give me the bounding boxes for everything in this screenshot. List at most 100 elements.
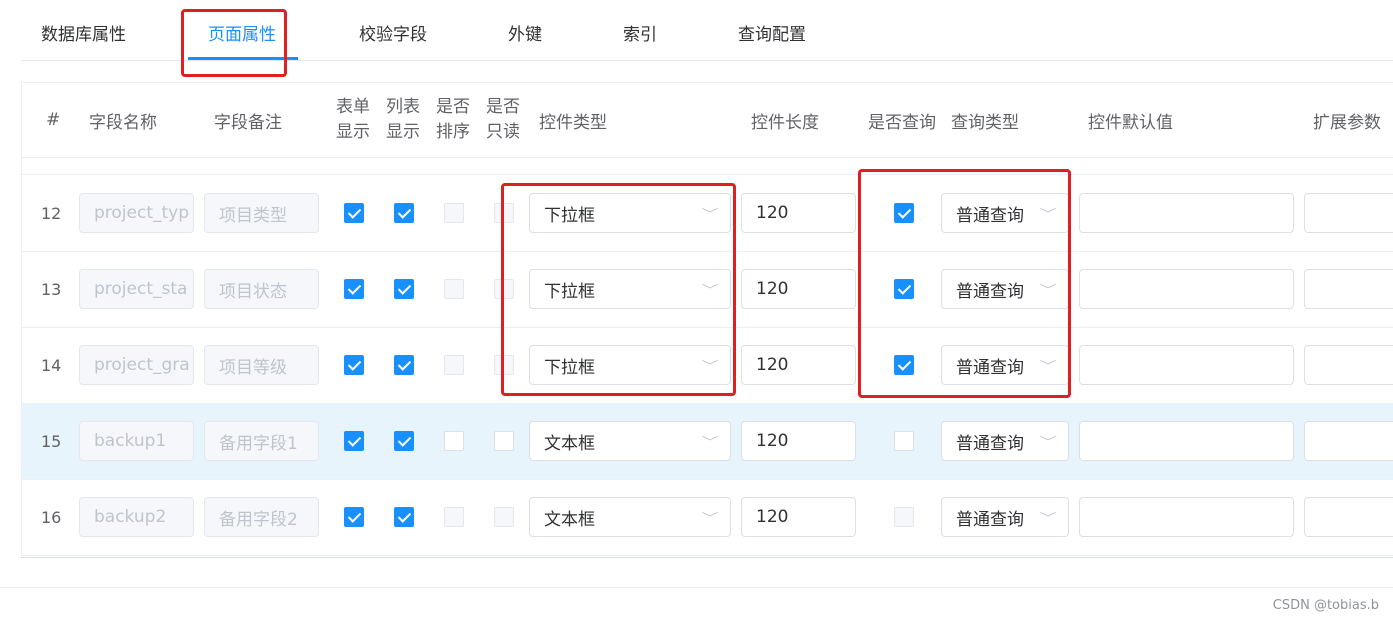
form-show-checkbox[interactable] bbox=[344, 203, 364, 223]
field-name-input: project_typ bbox=[79, 193, 194, 233]
readonly-checkbox[interactable] bbox=[494, 279, 514, 299]
control-length-input[interactable]: 120 bbox=[741, 421, 856, 461]
ext-params-input[interactable] bbox=[1304, 345, 1393, 385]
sortable-checkbox[interactable] bbox=[444, 507, 464, 527]
field-remark-input: 备用字段1 bbox=[204, 421, 319, 461]
table-row: 14 project_gra 项目等级 下拉框 ﹀ 120 普通查询 ﹀ bbox=[22, 327, 1393, 404]
header-form-show-line2: 显示 bbox=[336, 122, 370, 142]
list-show-checkbox[interactable] bbox=[394, 279, 414, 299]
watermark: CSDN @tobias.b bbox=[1272, 598, 1379, 613]
query-type-value: 普通查询 bbox=[956, 509, 1024, 530]
form-show-checkbox[interactable] bbox=[344, 507, 364, 527]
default-value-input[interactable] bbox=[1079, 269, 1294, 309]
control-type-value: 文本框 bbox=[544, 433, 595, 454]
control-length-input[interactable]: 120 bbox=[741, 345, 856, 385]
sortable-checkbox[interactable] bbox=[444, 431, 464, 451]
default-value-input[interactable] bbox=[1079, 193, 1294, 233]
fields-table: # 字段名称 字段备注 表单 显示 列表 显示 是否 排序 是否 只读 控件类型… bbox=[21, 82, 1393, 558]
table-scroll-gap bbox=[22, 158, 1393, 175]
form-show-checkbox[interactable] bbox=[344, 355, 364, 375]
header-list-show: 列表 显示 bbox=[386, 83, 420, 157]
field-name-input: project_sta bbox=[79, 269, 194, 309]
readonly-checkbox[interactable] bbox=[494, 431, 514, 451]
chevron-down-icon: ﹀ bbox=[1039, 282, 1057, 297]
tab-foreign-keys[interactable]: 外键 bbox=[508, 20, 542, 45]
control-type-select[interactable]: 下拉框 ﹀ bbox=[529, 193, 731, 233]
readonly-checkbox[interactable] bbox=[494, 203, 514, 223]
header-is-query: 是否查询 bbox=[868, 112, 936, 133]
default-value-input[interactable] bbox=[1079, 421, 1294, 461]
control-type-value: 下拉框 bbox=[544, 205, 595, 226]
tab-db-properties[interactable]: 数据库属性 bbox=[41, 20, 126, 45]
header-index: # bbox=[46, 110, 61, 130]
control-type-select[interactable]: 文本框 ﹀ bbox=[529, 497, 731, 537]
control-length-input[interactable]: 120 bbox=[741, 193, 856, 233]
default-value-input[interactable] bbox=[1079, 497, 1294, 537]
ext-params-input[interactable] bbox=[1304, 269, 1393, 309]
list-show-checkbox[interactable] bbox=[394, 431, 414, 451]
tab-validation-fields[interactable]: 校验字段 bbox=[359, 20, 427, 45]
form-show-checkbox[interactable] bbox=[344, 279, 364, 299]
default-value-input[interactable] bbox=[1079, 345, 1294, 385]
ext-params-input[interactable] bbox=[1304, 193, 1393, 233]
tab-indexes[interactable]: 索引 bbox=[623, 20, 657, 45]
query-type-select[interactable]: 普通查询 ﹀ bbox=[941, 193, 1069, 233]
query-type-select[interactable]: 普通查询 ﹀ bbox=[941, 269, 1069, 309]
query-type-value: 普通查询 bbox=[956, 205, 1024, 226]
tab-bar: 数据库属性 页面属性 校验字段 外键 索引 查询配置 bbox=[22, 0, 1393, 61]
form-show-checkbox[interactable] bbox=[344, 431, 364, 451]
control-type-value: 文本框 bbox=[544, 509, 595, 530]
header-field-remark: 字段备注 bbox=[214, 112, 282, 133]
header-sortable-line1: 是否 bbox=[436, 97, 470, 117]
chevron-down-icon: ﹀ bbox=[701, 206, 719, 221]
field-remark-input: 项目类型 bbox=[204, 193, 319, 233]
row-index: 13 bbox=[41, 279, 62, 299]
control-length-input[interactable]: 120 bbox=[741, 497, 856, 537]
control-type-select[interactable]: 下拉框 ﹀ bbox=[529, 269, 731, 309]
chevron-down-icon: ﹀ bbox=[1039, 434, 1057, 449]
footer-divider bbox=[0, 587, 1393, 588]
query-type-select[interactable]: 普通查询 ﹀ bbox=[941, 497, 1069, 537]
row-index: 15 bbox=[41, 431, 62, 451]
readonly-checkbox[interactable] bbox=[494, 507, 514, 527]
ext-params-input[interactable] bbox=[1304, 497, 1393, 537]
query-type-value: 普通查询 bbox=[956, 357, 1024, 378]
control-length-input[interactable]: 120 bbox=[741, 269, 856, 309]
is-query-checkbox[interactable] bbox=[894, 355, 914, 375]
query-type-select[interactable]: 普通查询 ﹀ bbox=[941, 421, 1069, 461]
chevron-down-icon: ﹀ bbox=[701, 434, 719, 449]
query-type-select[interactable]: 普通查询 ﹀ bbox=[941, 345, 1069, 385]
chevron-down-icon: ﹀ bbox=[1039, 206, 1057, 221]
row-index: 16 bbox=[41, 507, 62, 527]
sortable-checkbox[interactable] bbox=[444, 203, 464, 223]
readonly-checkbox[interactable] bbox=[494, 355, 514, 375]
control-type-select[interactable]: 文本框 ﹀ bbox=[529, 421, 731, 461]
header-query-type: 查询类型 bbox=[951, 112, 1019, 133]
row-index: 14 bbox=[41, 355, 62, 375]
header-default-value: 控件默认值 bbox=[1088, 112, 1173, 133]
header-control-length: 控件长度 bbox=[751, 112, 819, 133]
sortable-checkbox[interactable] bbox=[444, 279, 464, 299]
is-query-checkbox[interactable] bbox=[894, 279, 914, 299]
header-list-show-line1: 列表 bbox=[386, 97, 420, 117]
field-remark-input: 项目状态 bbox=[204, 269, 319, 309]
header-form-show-line1: 表单 bbox=[336, 97, 370, 117]
sortable-checkbox[interactable] bbox=[444, 355, 464, 375]
query-type-value: 普通查询 bbox=[956, 433, 1024, 454]
control-type-select[interactable]: 下拉框 ﹀ bbox=[529, 345, 731, 385]
list-show-checkbox[interactable] bbox=[394, 355, 414, 375]
is-query-checkbox[interactable] bbox=[894, 203, 914, 223]
header-sortable: 是否 排序 bbox=[436, 83, 470, 157]
ext-params-input[interactable] bbox=[1304, 421, 1393, 461]
is-query-checkbox[interactable] bbox=[894, 431, 914, 451]
is-query-checkbox[interactable] bbox=[894, 507, 914, 527]
table-row: 16 backup2 备用字段2 文本框 ﹀ 120 普通查询 ﹀ bbox=[22, 479, 1393, 556]
list-show-checkbox[interactable] bbox=[394, 507, 414, 527]
active-tab-indicator bbox=[188, 57, 298, 60]
tab-page-properties[interactable]: 页面属性 bbox=[208, 20, 276, 45]
field-name-input: backup1 bbox=[79, 421, 194, 461]
tab-query-config[interactable]: 查询配置 bbox=[738, 20, 806, 45]
chevron-down-icon: ﹀ bbox=[1039, 358, 1057, 373]
list-show-checkbox[interactable] bbox=[394, 203, 414, 223]
control-type-value: 下拉框 bbox=[544, 281, 595, 302]
